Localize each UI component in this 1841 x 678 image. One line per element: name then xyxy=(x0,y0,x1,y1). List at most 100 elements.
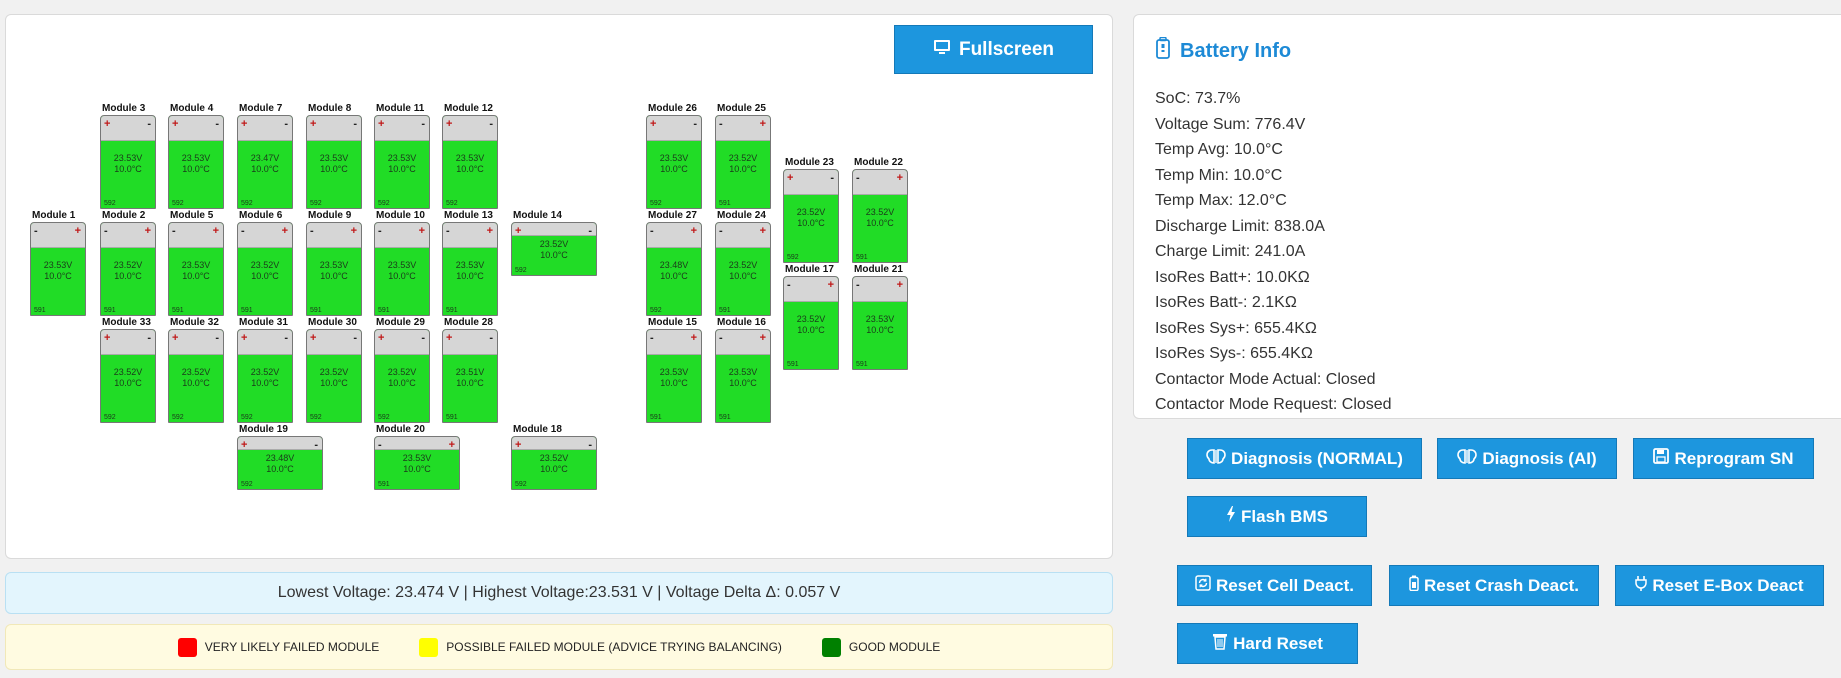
module-title: Module 33 xyxy=(102,317,151,328)
module-16[interactable]: Module 16- +23.53V 10.0°C 591 xyxy=(715,317,771,423)
module-27[interactable]: Module 27- +23.48V 10.0°C 592 xyxy=(646,210,702,316)
module-title: Module 30 xyxy=(308,317,357,328)
module-title: Module 4 xyxy=(170,103,214,114)
module-temperature: 10.0°C xyxy=(797,325,825,335)
module-10[interactable]: Module 10- +23.53V 10.0°C 591 xyxy=(374,210,430,316)
diagnosis-normal-button[interactable]: Diagnosis (NORMAL) xyxy=(1187,438,1422,479)
module-24[interactable]: Module 24- +23.52V 10.0°C 591 xyxy=(715,210,771,316)
module-terminal-cap: - + xyxy=(307,223,361,248)
module-voltage: 23.52V xyxy=(387,367,417,377)
flash-bms-button[interactable]: Flash BMS xyxy=(1187,496,1367,537)
hard-reset-button[interactable]: Hard Reset xyxy=(1177,623,1358,664)
module-title: Module 8 xyxy=(308,103,352,114)
module-13[interactable]: Module 13- +23.53V 10.0°C 591 xyxy=(442,210,498,316)
info-isores-sys-minus: IsoRes Sys-: 655.4KΩ xyxy=(1155,345,1313,362)
module-serial: 592 xyxy=(787,254,799,261)
module-battery-body: - +23.53V 10.0°C 591 xyxy=(646,329,702,423)
module-28[interactable]: Module 28 + -23.51V 10.0°C 591 xyxy=(442,317,498,423)
module-8[interactable]: Module 8 + -23.53V 10.0°C 592 xyxy=(306,103,362,209)
reprogram-sn-button[interactable]: Reprogram SN xyxy=(1633,438,1814,479)
module-serial: 591 xyxy=(241,307,253,314)
info-temp-avg: Temp Avg: 10.0°C xyxy=(1155,141,1283,158)
module-serial: 592 xyxy=(650,307,662,314)
module-7[interactable]: Module 7 + -23.47V 10.0°C 592 xyxy=(237,103,293,209)
module-4[interactable]: Module 4 + -23.53V 10.0°C 592 xyxy=(168,103,224,209)
reset-cell-deact-button[interactable]: Reset Cell Deact. xyxy=(1177,565,1372,606)
battery-module-diagram: Fullscreen Module 1- +23.53V 10.0°C 591 Modu… xyxy=(5,14,1113,559)
module-18[interactable]: Module 18 + -23.52V 10.0°C 592 xyxy=(511,424,597,490)
terminal-plus-icon: + xyxy=(74,225,81,237)
terminal-minus-icon: - xyxy=(284,332,288,344)
module-3[interactable]: Module 3 + -23.53V 10.0°C 592 xyxy=(100,103,156,209)
module-terminal-cap: + - xyxy=(169,116,223,141)
terminal-minus-icon: - xyxy=(856,279,860,291)
info-isores-batt-minus: IsoRes Batt-: 2.1KΩ xyxy=(1155,294,1297,311)
module-32[interactable]: Module 32 + -23.52V 10.0°C 592 xyxy=(168,317,224,423)
module-terminal-cap: + - xyxy=(512,437,596,451)
module-5[interactable]: Module 5- +23.53V 10.0°C 591 xyxy=(168,210,224,316)
module-serial: 591 xyxy=(719,200,731,207)
module-30[interactable]: Module 30 + -23.52V 10.0°C 592 xyxy=(306,317,362,423)
module-battery-body: + -23.48V 10.0°C 592 xyxy=(237,436,323,490)
module-15[interactable]: Module 15- +23.53V 10.0°C 591 xyxy=(646,317,702,423)
terminal-minus-icon: - xyxy=(378,225,382,237)
module-22[interactable]: Module 22- +23.52V 10.0°C 591 xyxy=(852,157,908,263)
module-23[interactable]: Module 23 + -23.52V 10.0°C 592 xyxy=(783,157,839,263)
module-battery-body: - +23.53V 10.0°C 591 xyxy=(374,436,460,490)
module-9[interactable]: Module 9- +23.53V 10.0°C 591 xyxy=(306,210,362,316)
module-17[interactable]: Module 17- +23.52V 10.0°C 591 xyxy=(783,264,839,370)
module-31[interactable]: Module 31 + -23.52V 10.0°C 592 xyxy=(237,317,293,423)
module-11[interactable]: Module 11 + -23.53V 10.0°C 592 xyxy=(374,103,430,209)
module-voltage: 23.53V xyxy=(43,260,73,270)
module-2[interactable]: Module 2- +23.52V 10.0°C 591 xyxy=(100,210,156,316)
legend-possible: POSSIBLE FAILED MODULE (ADVICE TRYING BA… xyxy=(419,637,782,657)
module-voltage: 23.48V xyxy=(659,260,689,270)
module-19[interactable]: Module 19 + -23.48V 10.0°C 592 xyxy=(237,424,323,490)
module-terminal-cap: + - xyxy=(238,330,292,355)
module-terminal-cap: + - xyxy=(784,170,838,195)
module-terminal-cap: - + xyxy=(647,223,701,248)
module-status-legend: VERY LIKELY FAILED MODULE POSSIBLE FAILE… xyxy=(5,624,1113,670)
legend-possible-swatch xyxy=(419,637,439,657)
module-temperature: 10.0°C xyxy=(114,378,142,388)
module-21[interactable]: Module 21- +23.53V 10.0°C 591 xyxy=(852,264,908,370)
module-voltage: 23.52V xyxy=(319,367,349,377)
terminal-minus-icon: - xyxy=(693,118,697,130)
module-33[interactable]: Module 33 + -23.52V 10.0°C 592 xyxy=(100,317,156,423)
module-1[interactable]: Module 1- +23.53V 10.0°C 591 xyxy=(30,210,86,316)
terminal-minus-icon: - xyxy=(172,225,176,237)
module-serial: 592 xyxy=(172,414,184,421)
module-20[interactable]: Module 20- +23.53V 10.0°C 591 xyxy=(374,424,460,490)
terminal-minus-icon: - xyxy=(719,332,723,344)
terminal-plus-icon: + xyxy=(650,118,657,130)
legend-failed-label: VERY LIKELY FAILED MODULE xyxy=(204,640,380,654)
module-battery-body: - +23.53V 10.0°C 591 xyxy=(442,222,498,316)
module-6[interactable]: Module 6- +23.52V 10.0°C 591 xyxy=(237,210,293,316)
refresh-icon xyxy=(1195,575,1211,596)
module-temperature: 10.0°C xyxy=(456,378,484,388)
terminal-minus-icon: - xyxy=(241,225,245,237)
reset-crash-deact-button[interactable]: Reset Crash Deact. xyxy=(1389,565,1599,606)
battery-info-header: Battery Info xyxy=(1156,36,1291,65)
module-terminal-cap: - + xyxy=(716,330,770,355)
module-terminal-cap: + - xyxy=(375,330,429,355)
reset-crash-deact-label: Reset Crash Deact. xyxy=(1424,575,1579,595)
module-26[interactable]: Module 26 + -23.53V 10.0°C 592 xyxy=(646,103,702,209)
terminal-plus-icon: + xyxy=(896,279,903,291)
module-serial: 592 xyxy=(241,414,253,421)
module-29[interactable]: Module 29 + -23.52V 10.0°C 592 xyxy=(374,317,430,423)
module-terminal-cap: - + xyxy=(31,223,85,248)
reset-ebox-deact-button[interactable]: Reset E-Box Deact xyxy=(1615,565,1824,606)
fullscreen-button[interactable]: Fullscreen xyxy=(894,25,1093,74)
module-temperature: 10.0°C xyxy=(729,378,757,388)
module-12[interactable]: Module 12 + -23.53V 10.0°C 592 xyxy=(442,103,498,209)
module-battery-body: - +23.53V 10.0°C 591 xyxy=(715,329,771,423)
diagnosis-ai-button[interactable]: Diagnosis (AI) xyxy=(1437,438,1617,479)
module-title: Module 16 xyxy=(717,317,766,328)
module-battery-body: - +23.52V 10.0°C 591 xyxy=(100,222,156,316)
module-temperature: 10.0°C xyxy=(320,164,348,174)
module-25[interactable]: Module 25- +23.52V 10.0°C 591 xyxy=(715,103,771,209)
module-14[interactable]: Module 14 + -23.52V 10.0°C 592 xyxy=(511,210,597,276)
terminal-minus-icon: - xyxy=(719,225,723,237)
info-discharge-limit: Discharge Limit: 838.0A xyxy=(1155,217,1325,235)
